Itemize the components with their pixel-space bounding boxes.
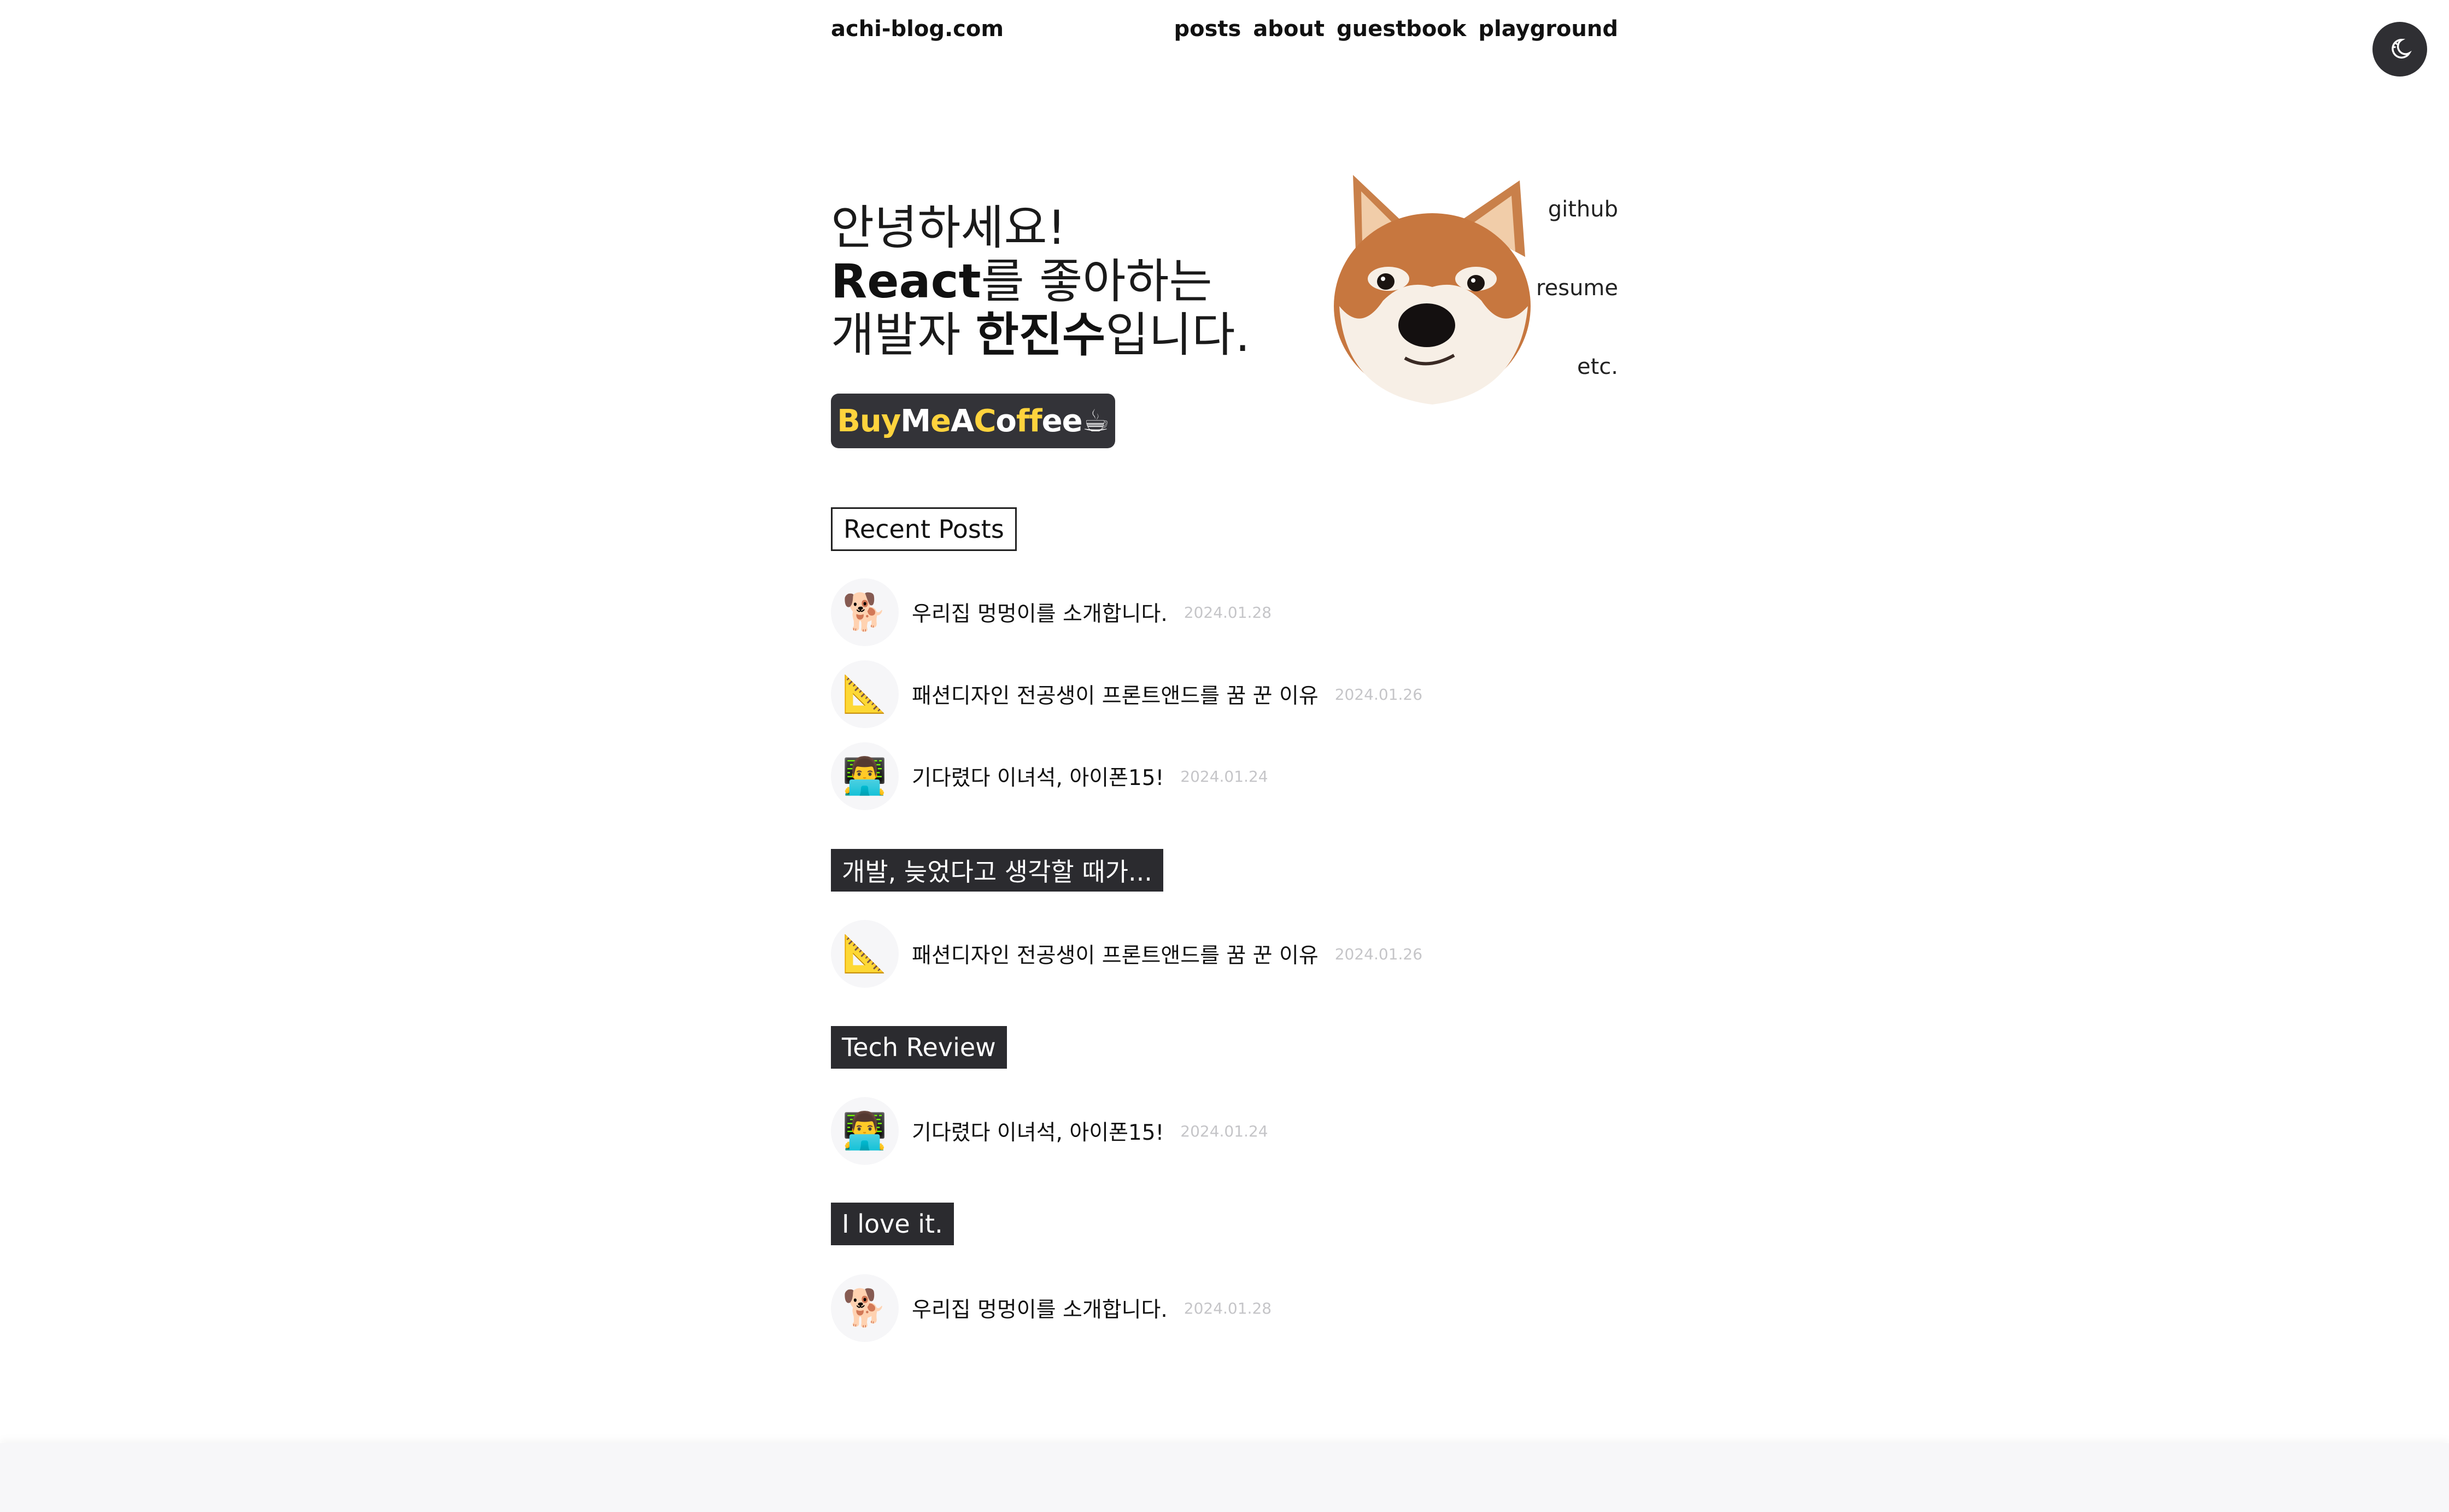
bmc-part: e [930, 403, 951, 439]
triangle-ruler-icon: 📐 [831, 660, 899, 728]
intro-line-3-rest: 입니다. [1105, 308, 1250, 362]
page-footer [0, 1443, 2449, 1512]
bmc-part: B [837, 403, 860, 439]
site-logo[interactable]: achi-blog.com [831, 16, 1004, 42]
intro-heading: 안녕하세요! React를 좋아하는 개발자 한진수입니다. [831, 201, 1279, 362]
post-date: 2024.01.26 [1334, 945, 1423, 963]
bmc-part: ee [1041, 403, 1083, 439]
buy-me-a-coffee-button[interactable]: Buy Me A Co ff ee ☕ [831, 394, 1115, 448]
post-item[interactable]: 👨‍💻 기다렸다 이녀석, 아이폰15! 2024.01.24 [831, 1097, 1268, 1165]
post-title: 패션디자인 전공생이 프론트앤드를 꿈 꾼 이유 [912, 943, 1319, 968]
dog-emoji-icon: 🐕 [831, 578, 899, 646]
coffee-icon: ☕ [1082, 403, 1110, 439]
resume-link[interactable]: resume [1509, 276, 1618, 354]
triangle-ruler-icon: 📐 [831, 920, 899, 988]
bmc-part: uy [859, 403, 901, 439]
intro-react: React [831, 254, 981, 309]
post-date: 2024.01.28 [1184, 603, 1272, 622]
post-date: 2024.01.26 [1334, 685, 1423, 704]
post-item[interactable]: 👨‍💻 기다렸다 이녀석, 아이폰15! 2024.01.24 [831, 742, 1268, 811]
bmc-part: A [950, 403, 974, 439]
intro-line-1: 안녕하세요! [831, 201, 1067, 255]
nav-playground[interactable]: playground [1478, 16, 1618, 42]
theme-toggle-button[interactable] [2372, 22, 2427, 77]
developer-emoji-icon: 👨‍💻 [831, 1097, 899, 1165]
post-title: 패션디자인 전공생이 프론트앤드를 꿈 꾼 이유 [912, 684, 1319, 708]
post-title: 우리집 멍멍이를 소개합니다. [912, 1298, 1168, 1322]
github-link[interactable]: github [1509, 197, 1618, 276]
post-item[interactable]: 📐 패션디자인 전공생이 프론트앤드를 꿈 꾼 이유 2024.01.26 [831, 660, 1422, 729]
nav-about[interactable]: about [1253, 16, 1325, 42]
nav-guestbook[interactable]: guestbook [1337, 16, 1466, 42]
post-title: 우리집 멍멍이를 소개합니다. [912, 602, 1168, 626]
dog-emoji-icon: 🐕 [831, 1274, 899, 1342]
intro-line-2: React를 좋아하는 [831, 255, 1279, 308]
post-item[interactable]: 🐕 우리집 멍멍이를 소개합니다. 2024.01.28 [831, 578, 1272, 647]
section-title-i-love-it[interactable]: I love it. [831, 1203, 954, 1245]
intro-line-2-rest: 를 좋아하는 [981, 254, 1212, 309]
intro-line-3: 개발자 한진수입니다. [831, 308, 1279, 362]
bmc-part: C [974, 403, 996, 439]
section-title-recent-posts: Recent Posts [831, 507, 1017, 551]
section-title-series-dev[interactable]: 개발, 늦었다고 생각할 때가... [831, 849, 1163, 892]
profile-links: github resume etc. [1509, 197, 1618, 433]
bmc-part: o [995, 403, 1016, 439]
developer-emoji-icon: 👨‍💻 [831, 742, 899, 810]
bmc-part: ff [1016, 403, 1042, 439]
page-content: achi-blog.com posts about guestbook play… [831, 0, 1618, 1443]
bmc-part: M [900, 403, 931, 439]
post-title: 기다렸다 이녀석, 아이폰15! [912, 766, 1164, 790]
post-date: 2024.01.28 [1184, 1299, 1272, 1317]
section-title-tech-review[interactable]: Tech Review [831, 1026, 1007, 1069]
etc-link[interactable]: etc. [1509, 354, 1618, 433]
post-item[interactable]: 📐 패션디자인 전공생이 프론트앤드를 꿈 꾼 이유 2024.01.26 [831, 919, 1422, 988]
intro-name: 한진수 [975, 308, 1106, 362]
site-header: achi-blog.com posts about guestbook play… [831, 0, 1618, 66]
nav-posts[interactable]: posts [1174, 16, 1241, 42]
moon-icon [2392, 39, 2412, 59]
main-nav: posts about guestbook playground [1174, 16, 1618, 42]
post-title: 기다렸다 이녀석, 아이폰15! [912, 1121, 1164, 1145]
intro-line-3-pre: 개발자 [831, 308, 976, 362]
post-date: 2024.01.24 [1180, 1122, 1268, 1140]
post-item[interactable]: 🐕 우리집 멍멍이를 소개합니다. 2024.01.28 [831, 1274, 1272, 1343]
post-date: 2024.01.24 [1180, 767, 1268, 786]
